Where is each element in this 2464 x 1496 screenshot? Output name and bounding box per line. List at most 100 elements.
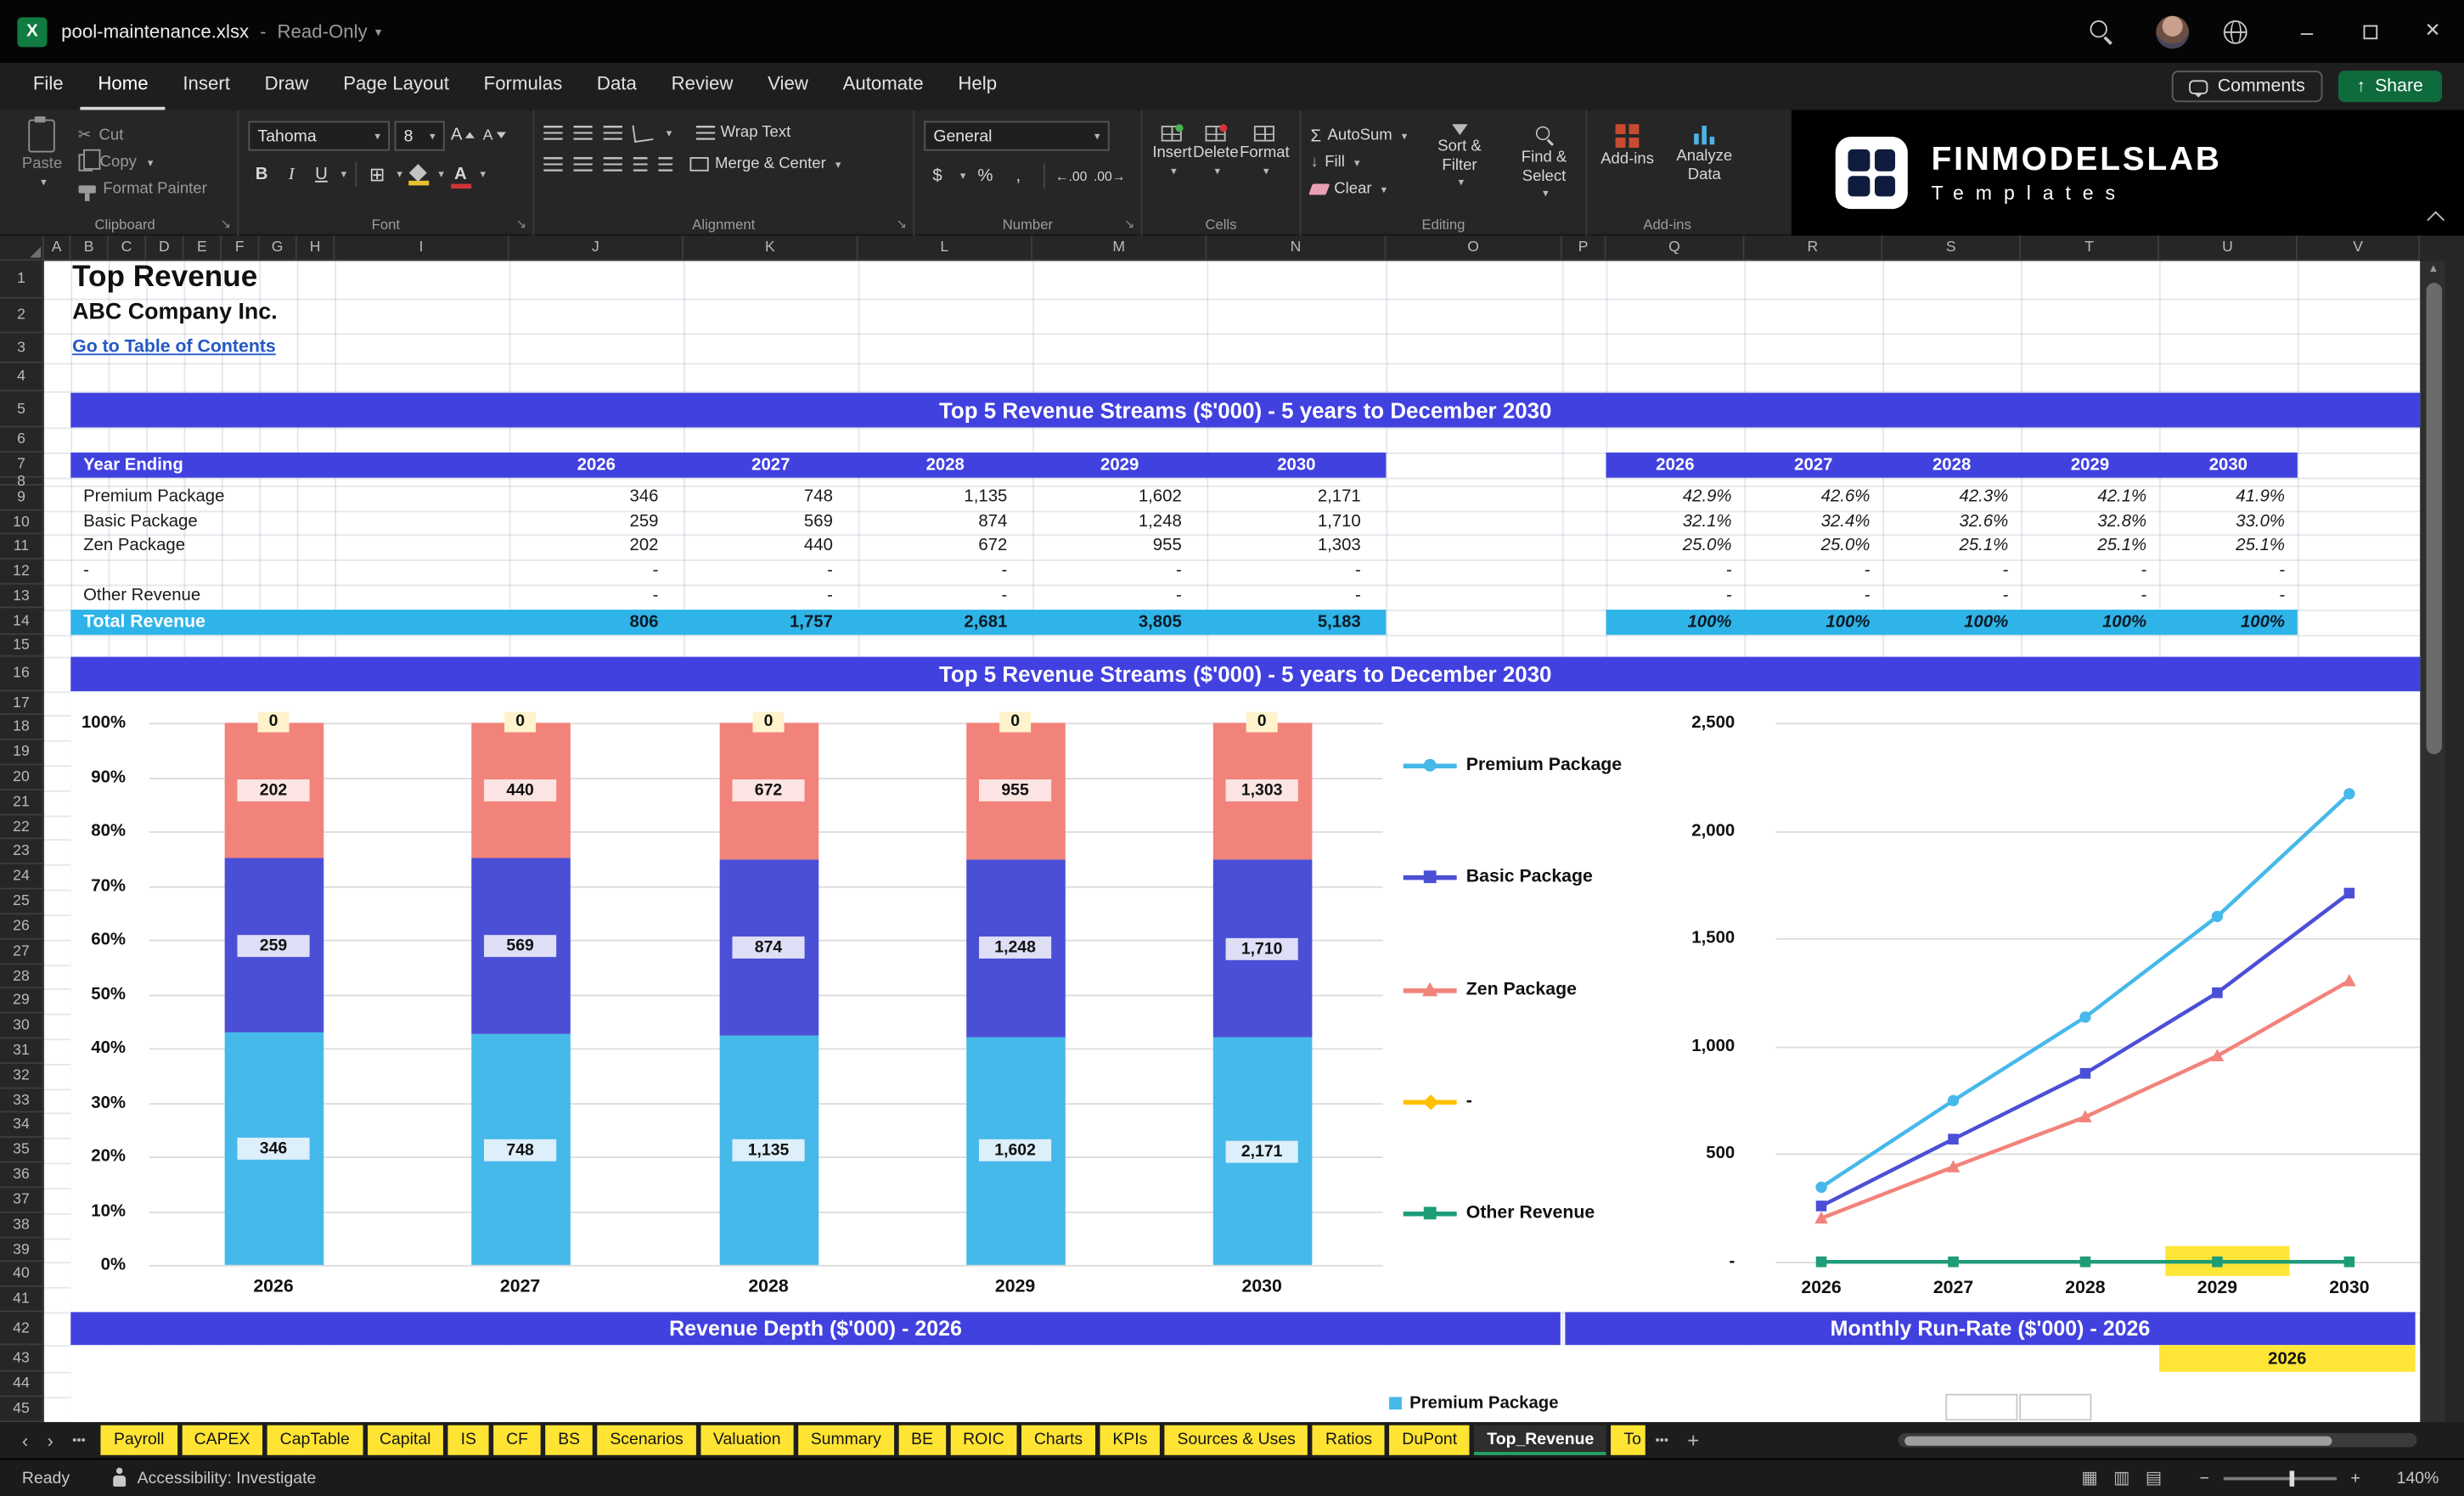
toc-link[interactable]: Go to Table of Contents <box>72 338 276 357</box>
row-header-24[interactable]: 24 <box>0 864 44 890</box>
share-button[interactable]: ↑ Share <box>2337 70 2443 103</box>
row-header-12[interactable]: 12 <box>0 560 44 585</box>
cell-pct[interactable]: 42.9% <box>1612 486 1732 510</box>
row-header-5[interactable]: 5 <box>0 391 44 428</box>
cell-value[interactable]: 1,248 <box>1038 510 1182 535</box>
cell-value[interactable]: - <box>689 584 833 609</box>
row-header-31[interactable]: 31 <box>0 1038 44 1064</box>
minimize-button[interactable]: – <box>2276 0 2338 63</box>
cell-pct[interactable]: 25.0% <box>1751 535 1871 560</box>
percent-style-button[interactable]: % <box>972 162 999 190</box>
align-bottom-icon[interactable] <box>603 126 622 140</box>
analyze-data-button[interactable]: Analyze Data <box>1671 124 1738 213</box>
row-header-27[interactable]: 27 <box>0 939 44 965</box>
horizontal-scrollbar-thumb[interactable] <box>1904 1435 2332 1445</box>
menu-page-layout[interactable]: Page Layout <box>326 63 466 110</box>
legend-item[interactable]: Premium Package <box>1403 753 1679 779</box>
copy-button[interactable]: Copy ▾ <box>77 149 207 176</box>
row-header-22[interactable]: 22 <box>0 814 44 841</box>
comments-button[interactable]: Comments <box>2172 70 2323 103</box>
row-header-18[interactable]: 18 <box>0 715 44 740</box>
cell-pct[interactable]: - <box>1751 584 1871 609</box>
cell-value[interactable]: 569 <box>689 510 833 535</box>
cell-pct[interactable]: 32.1% <box>1612 510 1732 535</box>
column-header-N[interactable]: N <box>1207 235 1387 262</box>
selected-year-cell[interactable]: 2026 <box>2158 1345 2416 1372</box>
column-header-D[interactable]: D <box>146 235 184 262</box>
menu-view[interactable]: View <box>751 63 825 110</box>
vertical-scrollbar[interactable]: ▲ <box>2422 261 2445 1422</box>
cell-value[interactable]: - <box>864 584 1008 609</box>
zoom-level[interactable]: 140% <box>2382 1469 2439 1488</box>
row-header-30[interactable]: 30 <box>0 1014 44 1039</box>
sheet-tab-payroll[interactable]: Payroll <box>101 1425 177 1455</box>
add-ins-button[interactable]: Add-ins <box>1596 124 1657 213</box>
add-sheet-button[interactable]: + <box>1678 1428 1708 1452</box>
row-header-32[interactable]: 32 <box>0 1063 44 1088</box>
decrease-indent-icon[interactable] <box>633 157 648 172</box>
status-accessibility[interactable]: Accessibility: Investigate <box>138 1469 317 1488</box>
font-name-select[interactable]: Tahoma ▾ <box>248 121 390 151</box>
row-header-35[interactable]: 35 <box>0 1138 44 1163</box>
row-header-21[interactable]: 21 <box>0 790 44 815</box>
sheet-overflow-button[interactable]: ••• <box>63 1433 95 1448</box>
sheet-tab-dupont[interactable]: DuPont <box>1389 1425 1470 1455</box>
cell-value[interactable]: 955 <box>1038 535 1182 560</box>
cell-pct[interactable]: 41.9% <box>2165 486 2285 510</box>
column-header-E[interactable]: E <box>183 235 222 262</box>
sheet-tab-be[interactable]: BE <box>898 1425 946 1455</box>
page-layout-view-icon[interactable]: ▥ <box>2113 1468 2129 1488</box>
decrease-decimal-button[interactable]: .00→ <box>1094 162 1126 190</box>
sheet-tab-kpis[interactable]: KPIs <box>1100 1425 1161 1455</box>
sheet-tab-is[interactable]: IS <box>447 1425 489 1455</box>
cell-value[interactable]: 346 <box>515 486 658 510</box>
cell-pct[interactable]: 32.6% <box>1889 510 2009 535</box>
format-painter-button[interactable]: Format Painter <box>77 176 207 202</box>
cell-value[interactable]: - <box>1038 560 1182 584</box>
sheet-tab-to[interactable]: To <box>1611 1425 1646 1455</box>
cell-pct[interactable]: - <box>2165 584 2285 609</box>
orientation-icon[interactable] <box>632 122 654 143</box>
column-header-G[interactable]: G <box>259 235 297 262</box>
italic-button[interactable]: I <box>278 160 305 188</box>
cell-pct[interactable]: 33.0% <box>2165 510 2285 535</box>
font-size-select[interactable]: 8 ▾ <box>394 121 445 151</box>
align-top-icon[interactable] <box>543 126 563 140</box>
row-header-1[interactable]: 1 <box>0 261 44 299</box>
horizontal-scrollbar[interactable] <box>1898 1432 2417 1448</box>
dialog-launcher-icon[interactable]: ↘ <box>1124 217 1134 231</box>
zoom-slider[interactable] <box>2223 1470 2337 1486</box>
cell-value[interactable]: - <box>1213 560 1361 584</box>
clear-button[interactable]: Clear ▾ <box>1308 176 1408 202</box>
row-header-33[interactable]: 33 <box>0 1088 44 1114</box>
row-header-41[interactable]: 41 <box>0 1287 44 1313</box>
wrap-text-button[interactable]: Wrap Text <box>695 124 790 142</box>
sheet-more-button[interactable]: ••• <box>1645 1433 1678 1448</box>
row-header-44[interactable]: 44 <box>0 1371 44 1398</box>
column-header-H[interactable]: H <box>296 235 335 262</box>
chevron-down-icon[interactable]: ▾ <box>375 25 381 39</box>
row-header-8[interactable]: 8 <box>0 474 44 489</box>
zoom-slider-thumb[interactable] <box>2288 1470 2294 1486</box>
cell-pct[interactable]: 25.1% <box>2027 535 2146 560</box>
align-center-icon[interactable] <box>573 157 593 172</box>
row-header-20[interactable]: 20 <box>0 765 44 790</box>
cell-pct[interactable]: - <box>1889 560 2008 584</box>
menu-insert[interactable]: Insert <box>166 63 247 110</box>
row-header-25[interactable]: 25 <box>0 889 44 914</box>
font-color-button[interactable]: A <box>447 160 474 189</box>
paste-button[interactable]: Paste ▾ <box>22 115 62 214</box>
user-avatar[interactable] <box>2156 14 2190 48</box>
cell-value[interactable]: - <box>1213 584 1361 609</box>
cell-value[interactable]: 672 <box>864 535 1007 560</box>
globe-icon[interactable] <box>2223 20 2247 43</box>
cell-value[interactable]: 440 <box>689 535 833 560</box>
row-header-16[interactable]: 16 <box>0 655 44 691</box>
column-header-L[interactable]: L <box>858 235 1032 262</box>
menu-formulas[interactable]: Formulas <box>466 63 579 110</box>
cell-value[interactable]: - <box>515 560 659 584</box>
cell-pct[interactable]: - <box>2165 560 2285 584</box>
accounting-format-button[interactable]: $ <box>924 162 950 190</box>
format-cells-button[interactable]: Format ▾ <box>1240 126 1290 214</box>
column-header-R[interactable]: R <box>1744 235 1883 262</box>
